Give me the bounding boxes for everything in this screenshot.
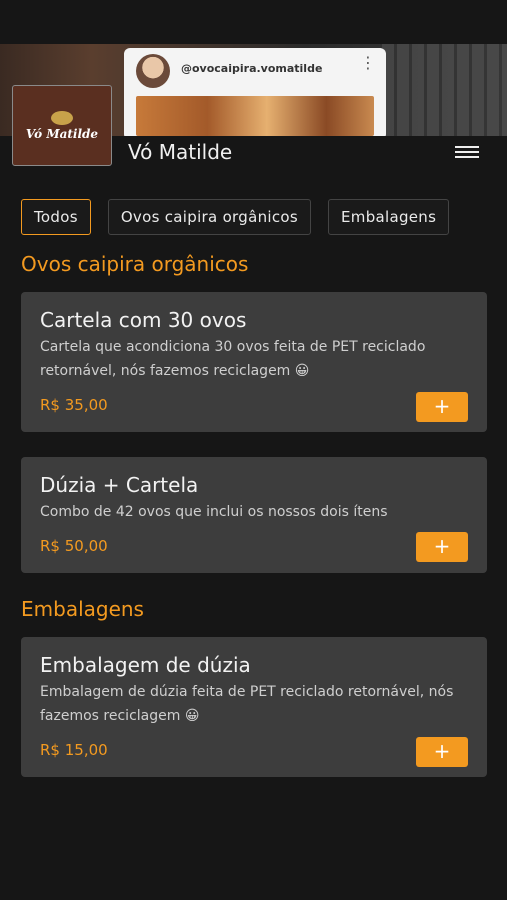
keyboard-photo — [382, 44, 507, 136]
product-card[interactable]: Cartela com 30 ovos Cartela que acondici… — [21, 292, 487, 432]
section-title: Ovos caipira orgânicos — [21, 252, 249, 276]
product-card[interactable]: Dúzia + Cartela Combo de 42 ovos que inc… — [21, 457, 487, 573]
add-to-cart-button[interactable]: + — [416, 737, 468, 767]
category-tabs: Todos Ovos caipira orgânicos Embalagens — [21, 199, 487, 237]
product-name: Dúzia + Cartela — [40, 473, 199, 497]
tab-embalagens[interactable]: Embalagens — [328, 199, 450, 235]
logo-mark-icon — [51, 110, 73, 125]
store-logo: Vó Matilde — [12, 85, 112, 166]
hamburger-menu-icon[interactable] — [455, 146, 479, 160]
tab-ovos-caipira-organicos[interactable]: Ovos caipira orgânicos — [107, 199, 311, 235]
logo-text: Vó Matilde — [25, 126, 99, 141]
product-price: R$ 50,00 — [40, 537, 108, 555]
product-name: Embalagem de dúzia — [40, 653, 251, 677]
more-icon: ⋮ — [360, 53, 376, 72]
store-name: Vó Matilde — [128, 140, 233, 164]
product-price: R$ 15,00 — [40, 741, 108, 759]
product-name: Cartela com 30 ovos — [40, 308, 247, 332]
instagram-handle: @ovocaipira.vomatilde — [181, 62, 323, 75]
add-to-cart-button[interactable]: + — [416, 532, 468, 562]
product-card[interactable]: Embalagem de dúzia Embalagem de dúzia fe… — [21, 637, 487, 777]
product-description: Embalagem de dúzia feita de PET reciclad… — [40, 684, 454, 724]
add-to-cart-button[interactable]: + — [416, 392, 468, 422]
product-price: R$ 35,00 — [40, 396, 108, 414]
instagram-avatar — [136, 54, 170, 88]
instagram-post-image: @ovocaipira.vomatilde ⋮ — [124, 48, 386, 136]
tab-todos[interactable]: Todos — [21, 199, 91, 235]
product-description: Cartela que acondiciona 30 ovos feita de… — [40, 339, 426, 379]
chickens-photo — [136, 96, 374, 136]
product-description: Combo de 42 ovos que inclui os nossos do… — [40, 504, 388, 520]
section-title: Embalagens — [21, 597, 144, 621]
